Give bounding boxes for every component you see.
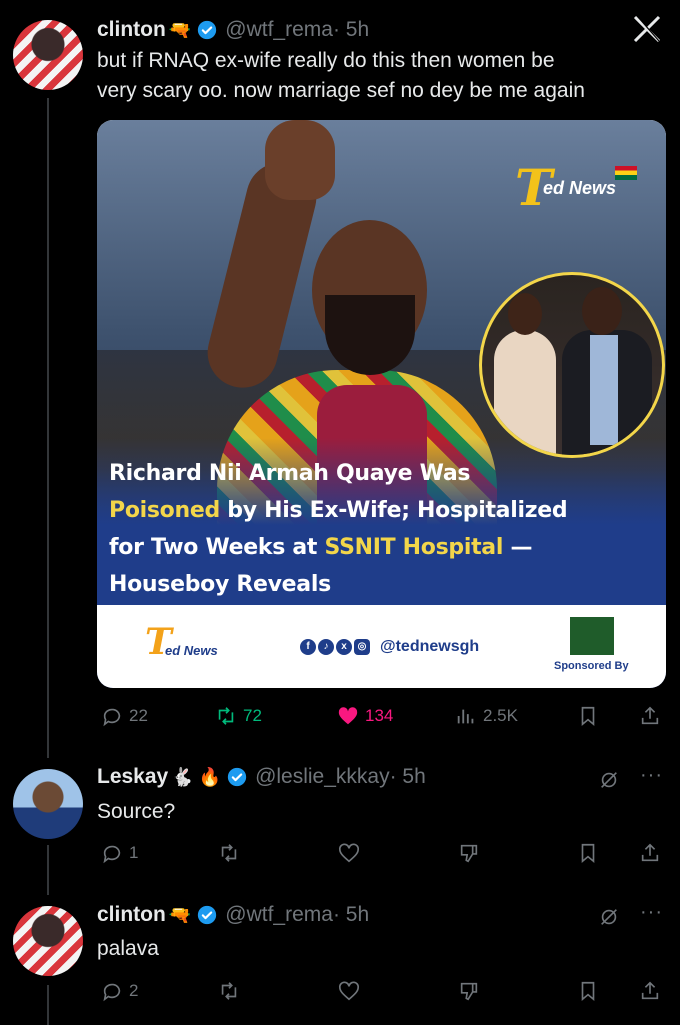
verified-badge-icon — [227, 767, 247, 787]
display-name[interactable]: Leskay — [97, 765, 168, 789]
handle[interactable]: @wtf_rema — [225, 903, 333, 927]
name-emoji: 🔫 — [168, 904, 192, 925]
tweet-header: Leskay 🐇 🔥 @leslie_kkkay · 5h — [97, 765, 426, 789]
share-icon[interactable] — [639, 980, 661, 1002]
timestamp[interactable]: · 5h — [333, 18, 369, 42]
reply-button[interactable]: 1 — [101, 842, 138, 864]
more-options-icon[interactable]: ··· — [640, 764, 663, 787]
tednews-footer-logo: T ed News — [145, 621, 218, 663]
verified-badge-icon — [198, 905, 217, 925]
bookmark-icon[interactable] — [577, 705, 599, 727]
reply-count: 22 — [129, 706, 148, 725]
instagram-icon: ◎ — [354, 639, 370, 655]
analytics-icon — [457, 709, 474, 724]
thread-line — [47, 985, 49, 1025]
tweet-text: but if RNAQ ex-wife really do this then … — [97, 46, 585, 106]
tweet-actions: 1 — [97, 839, 667, 867]
reply-count: 1 — [129, 843, 139, 862]
x-icon: x — [336, 639, 352, 655]
bookmark-icon[interactable] — [577, 842, 599, 864]
sponsored-label: Sponsored By — [554, 660, 629, 672]
share-icon[interactable] — [639, 705, 661, 727]
reply-button[interactable]: 2 — [101, 980, 138, 1002]
headline-text: — — [503, 535, 533, 560]
inset-woman — [494, 330, 556, 455]
avatar[interactable] — [13, 769, 83, 839]
timestamp[interactable]: · 5h — [390, 765, 426, 789]
dislike-icon[interactable] — [458, 842, 480, 864]
name-emoji: 🔫 — [168, 19, 192, 40]
headline-text: Houseboy Reveals — [109, 572, 331, 597]
tiktok-icon: ♪ — [318, 639, 334, 655]
heart-filled-icon — [338, 707, 358, 725]
reply-icon — [103, 845, 121, 864]
tweet-text-line: very scary oo. now marriage sef no dey b… — [97, 79, 585, 102]
social-handles: f ♪ x ◎ @tednewsgh — [300, 638, 479, 656]
reply-button[interactable]: 22 — [101, 705, 148, 727]
dislike-icon[interactable] — [458, 980, 480, 1002]
grok-icon[interactable] — [598, 906, 620, 928]
sponsor-logo — [570, 617, 614, 655]
verified-badge-icon — [198, 20, 217, 40]
name-emoji: 🐇 🔥 — [171, 766, 222, 787]
inset-man-head — [582, 287, 622, 335]
tweet-header: clinton 🔫 @wtf_rema · 5h — [97, 903, 369, 927]
handle[interactable]: @wtf_rema — [225, 18, 333, 42]
bookmark-icon[interactable] — [577, 980, 599, 1002]
headline-highlight: SSNIT Hospital — [324, 535, 504, 560]
grok-icon[interactable] — [598, 769, 620, 791]
avatar[interactable] — [13, 20, 83, 90]
display-name[interactable]: clinton — [97, 18, 166, 42]
brand-text: ed News — [543, 178, 617, 198]
thread-line — [47, 98, 49, 758]
views-button[interactable]: 2.5K — [455, 705, 518, 727]
tweet-media-image[interactable]: T ed News Richard Nii Armah Quaye Was Po… — [97, 120, 666, 688]
reply-icon — [103, 708, 121, 727]
tednews-logo: T ed News — [515, 156, 655, 217]
tweet-actions: 2 — [97, 977, 667, 1005]
x-logo-icon[interactable] — [632, 14, 662, 44]
tweet-text-line: but if RNAQ ex-wife really do this then … — [97, 49, 555, 72]
display-name[interactable]: clinton — [97, 903, 166, 927]
tweet-text: palava — [97, 937, 159, 960]
heart-icon[interactable] — [338, 842, 360, 864]
facebook-icon: f — [300, 639, 316, 655]
heart-icon[interactable] — [338, 980, 360, 1002]
view-count: 2.5K — [483, 706, 518, 725]
retweet-icon[interactable] — [218, 842, 240, 864]
inset-man-shirt — [590, 335, 618, 445]
tweet-text: Source? — [97, 800, 176, 823]
retweet-icon[interactable] — [218, 980, 240, 1002]
more-options-icon[interactable]: ··· — [640, 901, 663, 924]
avatar[interactable] — [13, 906, 83, 976]
ghana-flag-icon — [615, 166, 637, 180]
headline-text: by His Ex-Wife; Hospitalized — [219, 498, 568, 523]
inset-woman-head — [508, 293, 542, 335]
like-count: 134 — [365, 706, 394, 725]
social-handle-text: @tednewsgh — [380, 638, 480, 655]
reply-icon — [103, 983, 121, 1002]
news-headline: Richard Nii Armah Quaye Was Poisoned by … — [109, 455, 659, 603]
couple-inset-photo — [479, 272, 665, 458]
timestamp[interactable]: · 5h — [333, 903, 369, 927]
handle[interactable]: @leslie_kkkay — [255, 765, 390, 789]
retweet-count: 72 — [243, 706, 262, 725]
share-icon[interactable] — [639, 842, 661, 864]
thread-line — [47, 845, 49, 895]
reply-count: 2 — [129, 981, 139, 1000]
waving-hand — [265, 120, 335, 200]
tweet-header: clinton 🔫 @wtf_rema · 5h — [97, 18, 369, 42]
retweet-button[interactable]: 72 — [215, 705, 262, 727]
headline-highlight: Poisoned — [109, 498, 220, 523]
headline-text: Richard Nii Armah Quaye Was — [109, 461, 471, 486]
like-button[interactable]: 134 — [337, 705, 393, 727]
retweet-icon — [218, 707, 234, 725]
tweet-actions: 22 72 134 2.5K — [97, 702, 667, 730]
footer-brand-text: ed News — [165, 643, 218, 658]
headline-text: for Two Weeks at — [109, 535, 325, 560]
